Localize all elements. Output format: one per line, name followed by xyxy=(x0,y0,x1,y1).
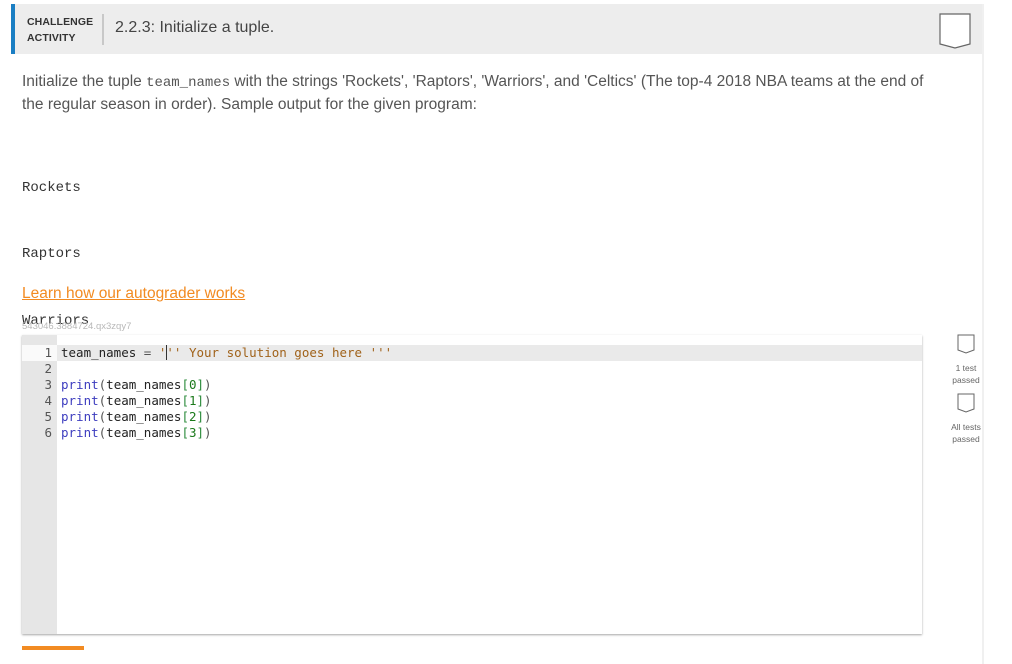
activity-title: 2.2.3: Initialize a tuple. xyxy=(115,19,275,36)
code-token: team_names xyxy=(106,393,182,408)
code-token: ] xyxy=(196,425,205,440)
activity-header: CHALLENGE ACTIVITY 2.2.3: Initialize a t… xyxy=(11,4,982,54)
code-token: 0 xyxy=(188,377,197,392)
code-token: print xyxy=(61,425,99,440)
sample-output-line: Raptors xyxy=(22,246,81,263)
challenge-id: 543046.3884724.qx3zqy7 xyxy=(22,321,132,332)
crest-outline-icon xyxy=(957,334,975,354)
code-line[interactable]: 3 print(team_names[0]) xyxy=(22,377,392,393)
line-number: 5 xyxy=(44,409,52,424)
code-line[interactable]: 2 xyxy=(22,361,392,377)
status-label: All tests passed xyxy=(941,421,991,445)
activity-type-label: CHALLENGE ACTIVITY xyxy=(27,14,93,46)
code-token: ] xyxy=(196,393,205,408)
code-editor[interactable]: 1 team_names = ''' Your solution goes her… xyxy=(22,335,922,634)
crest-outline-icon xyxy=(957,393,975,413)
code-token: ] xyxy=(196,377,205,392)
activity-type-line2: ACTIVITY xyxy=(27,32,76,44)
code-token: '' Your solution goes here ''' xyxy=(166,345,393,360)
accent-bar xyxy=(11,4,15,54)
code-token: ) xyxy=(204,393,212,408)
sample-output-line: Rockets xyxy=(22,179,81,196)
line-number: 1 xyxy=(44,345,52,360)
status-label-line: passed xyxy=(952,375,980,385)
header-divider xyxy=(102,14,104,45)
line-number: 2 xyxy=(44,361,52,376)
line-number: 3 xyxy=(44,377,52,392)
status-label-line: All tests xyxy=(951,422,981,432)
code-token: 1 xyxy=(188,393,197,408)
prompt-code: team_names xyxy=(146,75,231,91)
challenge-activity-card: CHALLENGE ACTIVITY 2.2.3: Initialize a t… xyxy=(11,4,984,664)
challenge-prompt: Initialize the tuple team_names with the… xyxy=(22,71,932,116)
code-token: ) xyxy=(204,377,212,392)
status-label-line: passed xyxy=(952,434,980,444)
line-number: 4 xyxy=(44,393,52,408)
code-token: ] xyxy=(196,409,205,424)
code-line[interactable]: 4 print(team_names[1]) xyxy=(22,393,392,409)
status-one-test: 1 test passed xyxy=(941,334,991,386)
code-token: team_names xyxy=(61,345,137,360)
code-token: team_names xyxy=(106,409,182,424)
code-token: [ xyxy=(181,425,189,440)
code-token: [ xyxy=(181,409,189,424)
code-token: ) xyxy=(204,409,212,424)
code-token: = xyxy=(136,345,159,360)
code-token: [ xyxy=(181,393,189,408)
code-token: [ xyxy=(181,377,189,392)
line-number: 6 xyxy=(44,425,52,440)
activity-type-line1: CHALLENGE xyxy=(27,16,94,28)
code-token: 3 xyxy=(188,425,197,440)
code-line[interactable]: 1 team_names = ''' Your solution goes her… xyxy=(22,345,392,361)
code-token: print xyxy=(61,409,99,424)
check-button-edge[interactable] xyxy=(22,646,84,650)
crest-outline-icon xyxy=(939,13,971,49)
prompt-text: Initialize the tuple xyxy=(22,73,147,90)
code-token: ) xyxy=(204,425,212,440)
code-token: 2 xyxy=(188,409,197,424)
code-token: team_names xyxy=(106,425,182,440)
autograder-link[interactable]: Learn how our autograder works xyxy=(22,285,245,303)
status-label: 1 test passed xyxy=(941,362,991,386)
code-token: print xyxy=(61,377,99,392)
code-lines[interactable]: 1 team_names = ''' Your solution goes her… xyxy=(22,345,392,441)
code-token: print xyxy=(61,393,99,408)
code-line[interactable]: 5 print(team_names[2]) xyxy=(22,409,392,425)
code-token: team_names xyxy=(106,377,182,392)
code-line[interactable]: 6 print(team_names[3]) xyxy=(22,425,392,441)
status-all-tests: All tests passed xyxy=(941,393,991,445)
status-label-line: 1 test xyxy=(955,363,977,373)
